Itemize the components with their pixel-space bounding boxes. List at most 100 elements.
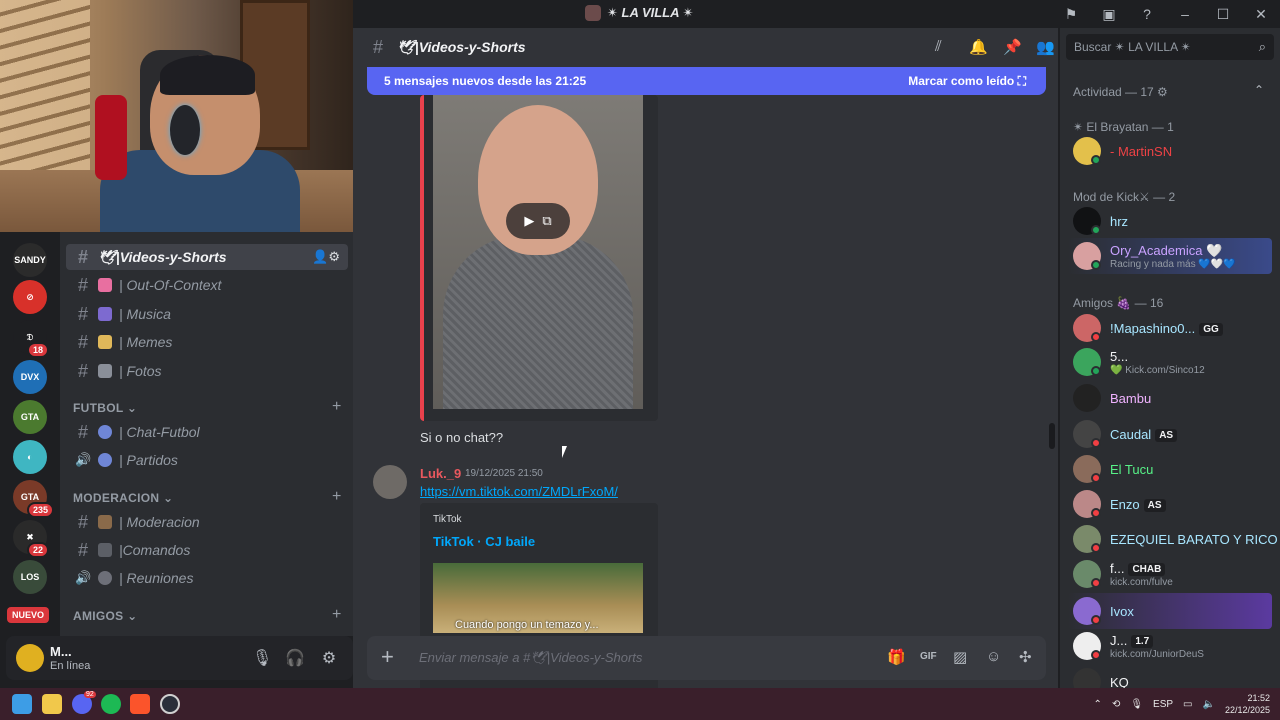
bell-icon[interactable]: 🔔 [969,38,988,56]
play-button[interactable]: ▶ ⧉ [506,203,570,239]
search-input[interactable]: Buscar ✴ LA VILLA ✴ ⌕ [1066,34,1274,60]
steam-icon[interactable] [160,694,180,714]
channel-reuniones[interactable]: 🔊 | Reuniones [66,565,348,591]
composer-placeholder[interactable]: Enviar mensaje a #🕊|Videos-y-Shorts [419,650,642,666]
member-tag-badge: CHAB [1128,563,1166,577]
apps-icon[interactable]: ✣ [1019,648,1032,666]
chevron-up-icon[interactable]: ⌃ [1094,699,1102,710]
member-row[interactable]: Enzo AS [1068,486,1272,522]
music-note-icon [98,307,112,321]
search-icon[interactable]: ⌕ [1259,39,1266,55]
member-row[interactable]: EZEQUIEL BARATO Y RICO [1068,521,1278,557]
gif-icon[interactable]: GIF [920,651,937,662]
file-explorer-icon[interactable] [42,694,62,714]
maximize-icon[interactable]: ☐ [1204,6,1242,23]
gift-icon[interactable]: 🎁 [887,648,906,666]
server-icon[interactable]: SANDY [13,243,47,277]
member-tag-badge: AS [1143,499,1166,513]
member-row[interactable]: Ivox [1068,593,1272,629]
channel-musica[interactable]: # | Musica [66,301,348,327]
message-composer[interactable]: + Enviar mensaje a #🕊|Videos-y-Shorts 🎁 … [367,636,1046,680]
attach-plus-icon[interactable]: + [381,644,394,670]
mark-read-button[interactable]: Marcar como leído ⛶ [908,74,1026,89]
pin-icon[interactable]: 📌 [1003,38,1022,56]
voice-channel-icon: 🔊 [75,570,92,585]
server-icon[interactable]: ⊘ [13,280,47,314]
close-icon[interactable]: ✕ [1242,6,1280,23]
inbox-flag-icon[interactable]: ⚑ [1052,6,1090,23]
embed-thumbnail[interactable]: Cuando pongo un temazo y... [433,563,643,633]
member-name: Ivox [1110,604,1134,619]
status-dot [1091,650,1101,660]
member-row[interactable]: Caudal AS [1068,416,1272,452]
spotify-icon[interactable] [101,694,121,714]
theater-mask-icon [98,335,112,349]
member-row[interactable]: - MartinSN [1068,133,1272,169]
sync-icon[interactable]: ⟲ [1112,699,1120,710]
add-member-icon[interactable]: 👤⚙ [312,249,340,265]
threads-icon[interactable]: ⫽ [935,38,942,55]
server-icon[interactable]: GTA [13,400,47,434]
category-moderacion[interactable]: MODERACION ⌄ [73,491,173,505]
member-row[interactable]: Ory_Academica 🤍 Racing y nada más 💙🤍💙 [1068,238,1272,274]
screen-icon[interactable]: ▣ [1090,6,1128,23]
avatar[interactable] [1073,384,1101,412]
member-group-header[interactable]: Actividad — 17 ⚙ [1073,85,1168,99]
message-author[interactable]: Luk._9 [420,466,461,481]
category-futbol[interactable]: FUTBOL ⌄ [73,401,137,415]
channel-fotos[interactable]: # | Fotos [66,358,348,384]
add-channel-icon[interactable]: + [332,488,341,506]
discord-badge: 92 [84,691,96,698]
channel-moderacion[interactable]: # | Moderacion [66,509,348,535]
channel-comandos[interactable]: # |Comandos [66,537,348,563]
add-channel-icon[interactable]: + [332,606,341,624]
new-messages-bar[interactable]: 5 mensajes nuevos desde las 21:25 Marcar… [367,67,1046,95]
member-row[interactable]: J... 1.7 kick.com/JuniorDeuS [1068,628,1272,664]
minimize-icon[interactable]: – [1166,6,1204,22]
username[interactable]: M... [50,644,72,659]
member-row[interactable]: Bambu [1068,380,1272,416]
microphone-icon[interactable]: 🎙 [1130,699,1143,710]
status-dot [1091,155,1101,165]
windows-start-icon[interactable] [12,694,32,714]
search-placeholder[interactable]: Buscar ✴ LA VILLA ✴ [1074,40,1191,54]
category-amigos[interactable]: AMIGOS ⌄ [73,609,137,623]
members-icon[interactable]: 👥 [1036,38,1055,56]
server-icon[interactable]: LOS [13,560,47,594]
video-thumbnail[interactable]: ▶ ⧉ [433,95,643,409]
member-row[interactable]: !Mapashino0... GG [1068,310,1272,346]
avatar[interactable] [373,465,407,499]
help-icon[interactable]: ? [1128,6,1166,22]
member-row[interactable]: El Tucu [1068,451,1272,487]
member-row[interactable]: f... CHAB kick.com/fulve [1068,556,1272,592]
volume-icon[interactable]: 🔈 [1203,699,1215,710]
embed-title[interactable]: TikTok · CJ baile [433,534,535,549]
server-icon[interactable]: ◐ [13,440,47,474]
channel-videos-y-shorts[interactable]: # 🕊|Videos-y-Shorts 👤⚙ [66,244,348,270]
microphone-icon[interactable]: 🎙 [252,648,272,668]
new-messages-text: 5 mensajes nuevos desde las 21:25 [384,74,587,88]
network-icon[interactable]: ▭ [1183,699,1192,710]
clock[interactable]: 21:52 22/12/2025 [1225,692,1270,716]
message-link[interactable]: https://vm.tiktok.com/ZMDLrFxoM/ [420,484,618,499]
language-indicator[interactable]: ESP [1153,699,1173,710]
channel-memes[interactable]: # | Memes [66,329,348,355]
add-channel-icon[interactable]: + [332,398,341,416]
member-row[interactable]: hrz [1068,203,1272,239]
emoji-icon[interactable]: ☺ [986,648,1001,665]
member-row[interactable]: 5... 💚 Kick.com/Sinco12 [1068,344,1272,380]
status-dot [1091,578,1101,588]
settings-icon[interactable]: ⚙ [319,648,339,668]
brave-icon[interactable] [130,694,150,714]
sticker-icon[interactable]: ▨ [953,648,967,666]
server-icon[interactable]: DVX [13,360,47,394]
chat-scrollbar[interactable] [1049,423,1055,449]
channel-chat-futbol[interactable]: # | Chat-Futbol [66,419,348,445]
avatar[interactable] [16,644,44,672]
channel-out-of-context[interactable]: # | Out-Of-Context [66,272,348,298]
headphones-icon[interactable]: 🎧 [285,648,305,668]
nuevo-badge[interactable]: NUEVO [7,607,50,623]
channel-partidos[interactable]: 🔊 | Partidos [66,447,348,473]
chat-header: # 🕊|Videos-y-Shorts ⫽ 🔔 📌 👥 [353,28,1058,66]
chevron-up-icon[interactable]: ⌃ [1254,83,1264,97]
